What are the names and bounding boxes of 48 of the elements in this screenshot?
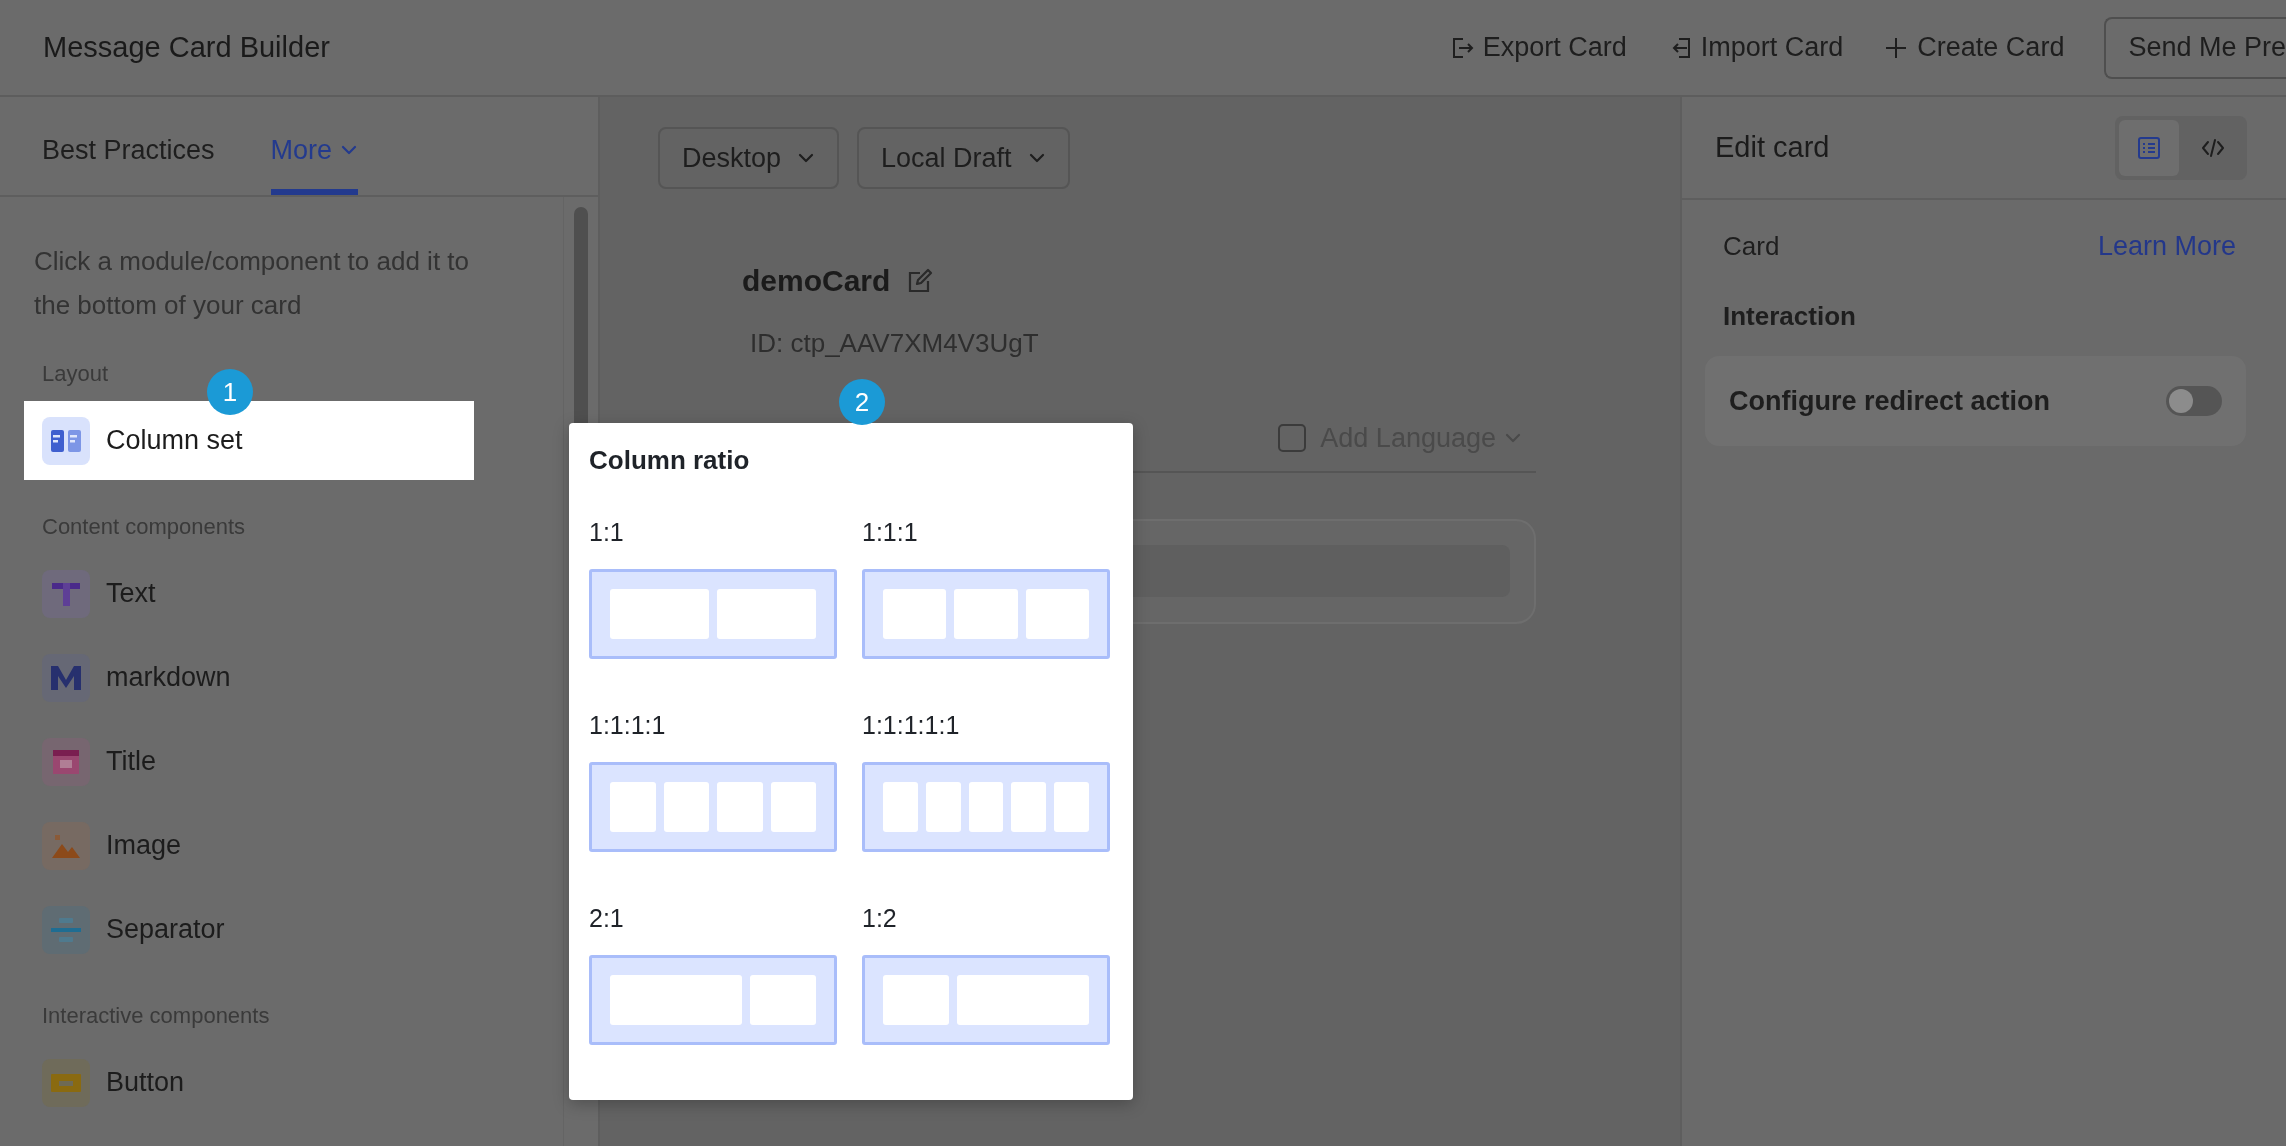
action-button[interactable]: Export Card <box>1448 32 1627 63</box>
component-item[interactable]: Image <box>24 806 474 885</box>
setting-label: Configure redirect action <box>1729 385 2051 417</box>
learn-more-link[interactable]: Learn More <box>2097 230 2236 262</box>
component-item[interactable]: Column set <box>24 401 474 480</box>
title-block-icon <box>42 737 90 786</box>
columns-icon <box>42 416 90 465</box>
toggle-switch[interactable] <box>2166 386 2222 416</box>
group-title: Interaction <box>1723 301 1857 332</box>
button-block-icon <box>42 1058 90 1107</box>
card-name: demoCard <box>742 264 891 298</box>
separator-icon <box>42 905 90 954</box>
component-item[interactable]: Text <box>24 554 474 633</box>
ratio-label: 1:2 <box>862 904 898 933</box>
hint-text: Click a module/component to add it to the bottom of your card <box>34 245 471 322</box>
ratio-label: 1:1:1:1 <box>589 711 667 740</box>
picture-icon <box>42 821 90 870</box>
ratio-label: 1:1:1 <box>862 518 919 547</box>
component-item[interactable]: markdown <box>24 638 474 717</box>
panel-title: Edit card <box>1715 131 1830 164</box>
send-button[interactable]: Send Me Pre <box>2104 16 2286 79</box>
column-layout-option[interactable] <box>589 762 837 852</box>
component-item[interactable]: Title <box>24 722 474 801</box>
ratio-label: 1:1 <box>589 518 625 547</box>
view-button[interactable] <box>2119 119 2179 176</box>
letter-t-icon <box>42 569 90 618</box>
column-layout-option[interactable] <box>862 569 1110 659</box>
column-layout-option[interactable] <box>589 569 837 659</box>
component-item[interactable]: Button <box>24 1043 474 1122</box>
column-layout-option[interactable] <box>589 955 837 1045</box>
component-item[interactable]: Separator <box>24 890 474 969</box>
column-layout-option[interactable] <box>862 762 1110 852</box>
app-title: Message Card Builder <box>43 31 330 64</box>
section-label: Card <box>1723 230 1780 262</box>
dropdown[interactable]: Local Draft <box>857 127 1070 189</box>
action-button[interactable]: Create Card <box>1883 32 2065 63</box>
popup-title: Column ratio <box>589 445 751 476</box>
list-icon <box>2136 134 2162 161</box>
sidebar-tab[interactable]: Best Practices <box>42 97 215 195</box>
action-button[interactable]: Import Card <box>1666 32 1844 63</box>
checkbox[interactable] <box>1278 424 1307 452</box>
column-layout-option[interactable] <box>862 955 1110 1045</box>
ratio-label: 1:1:1:1:1 <box>862 711 961 740</box>
letter-m-icon <box>42 653 90 702</box>
edit-icon <box>906 267 935 295</box>
sidebar-tab[interactable]: More <box>270 97 359 195</box>
ratio-label: 2:1 <box>589 904 625 933</box>
dropdown[interactable]: Desktop <box>658 127 840 189</box>
